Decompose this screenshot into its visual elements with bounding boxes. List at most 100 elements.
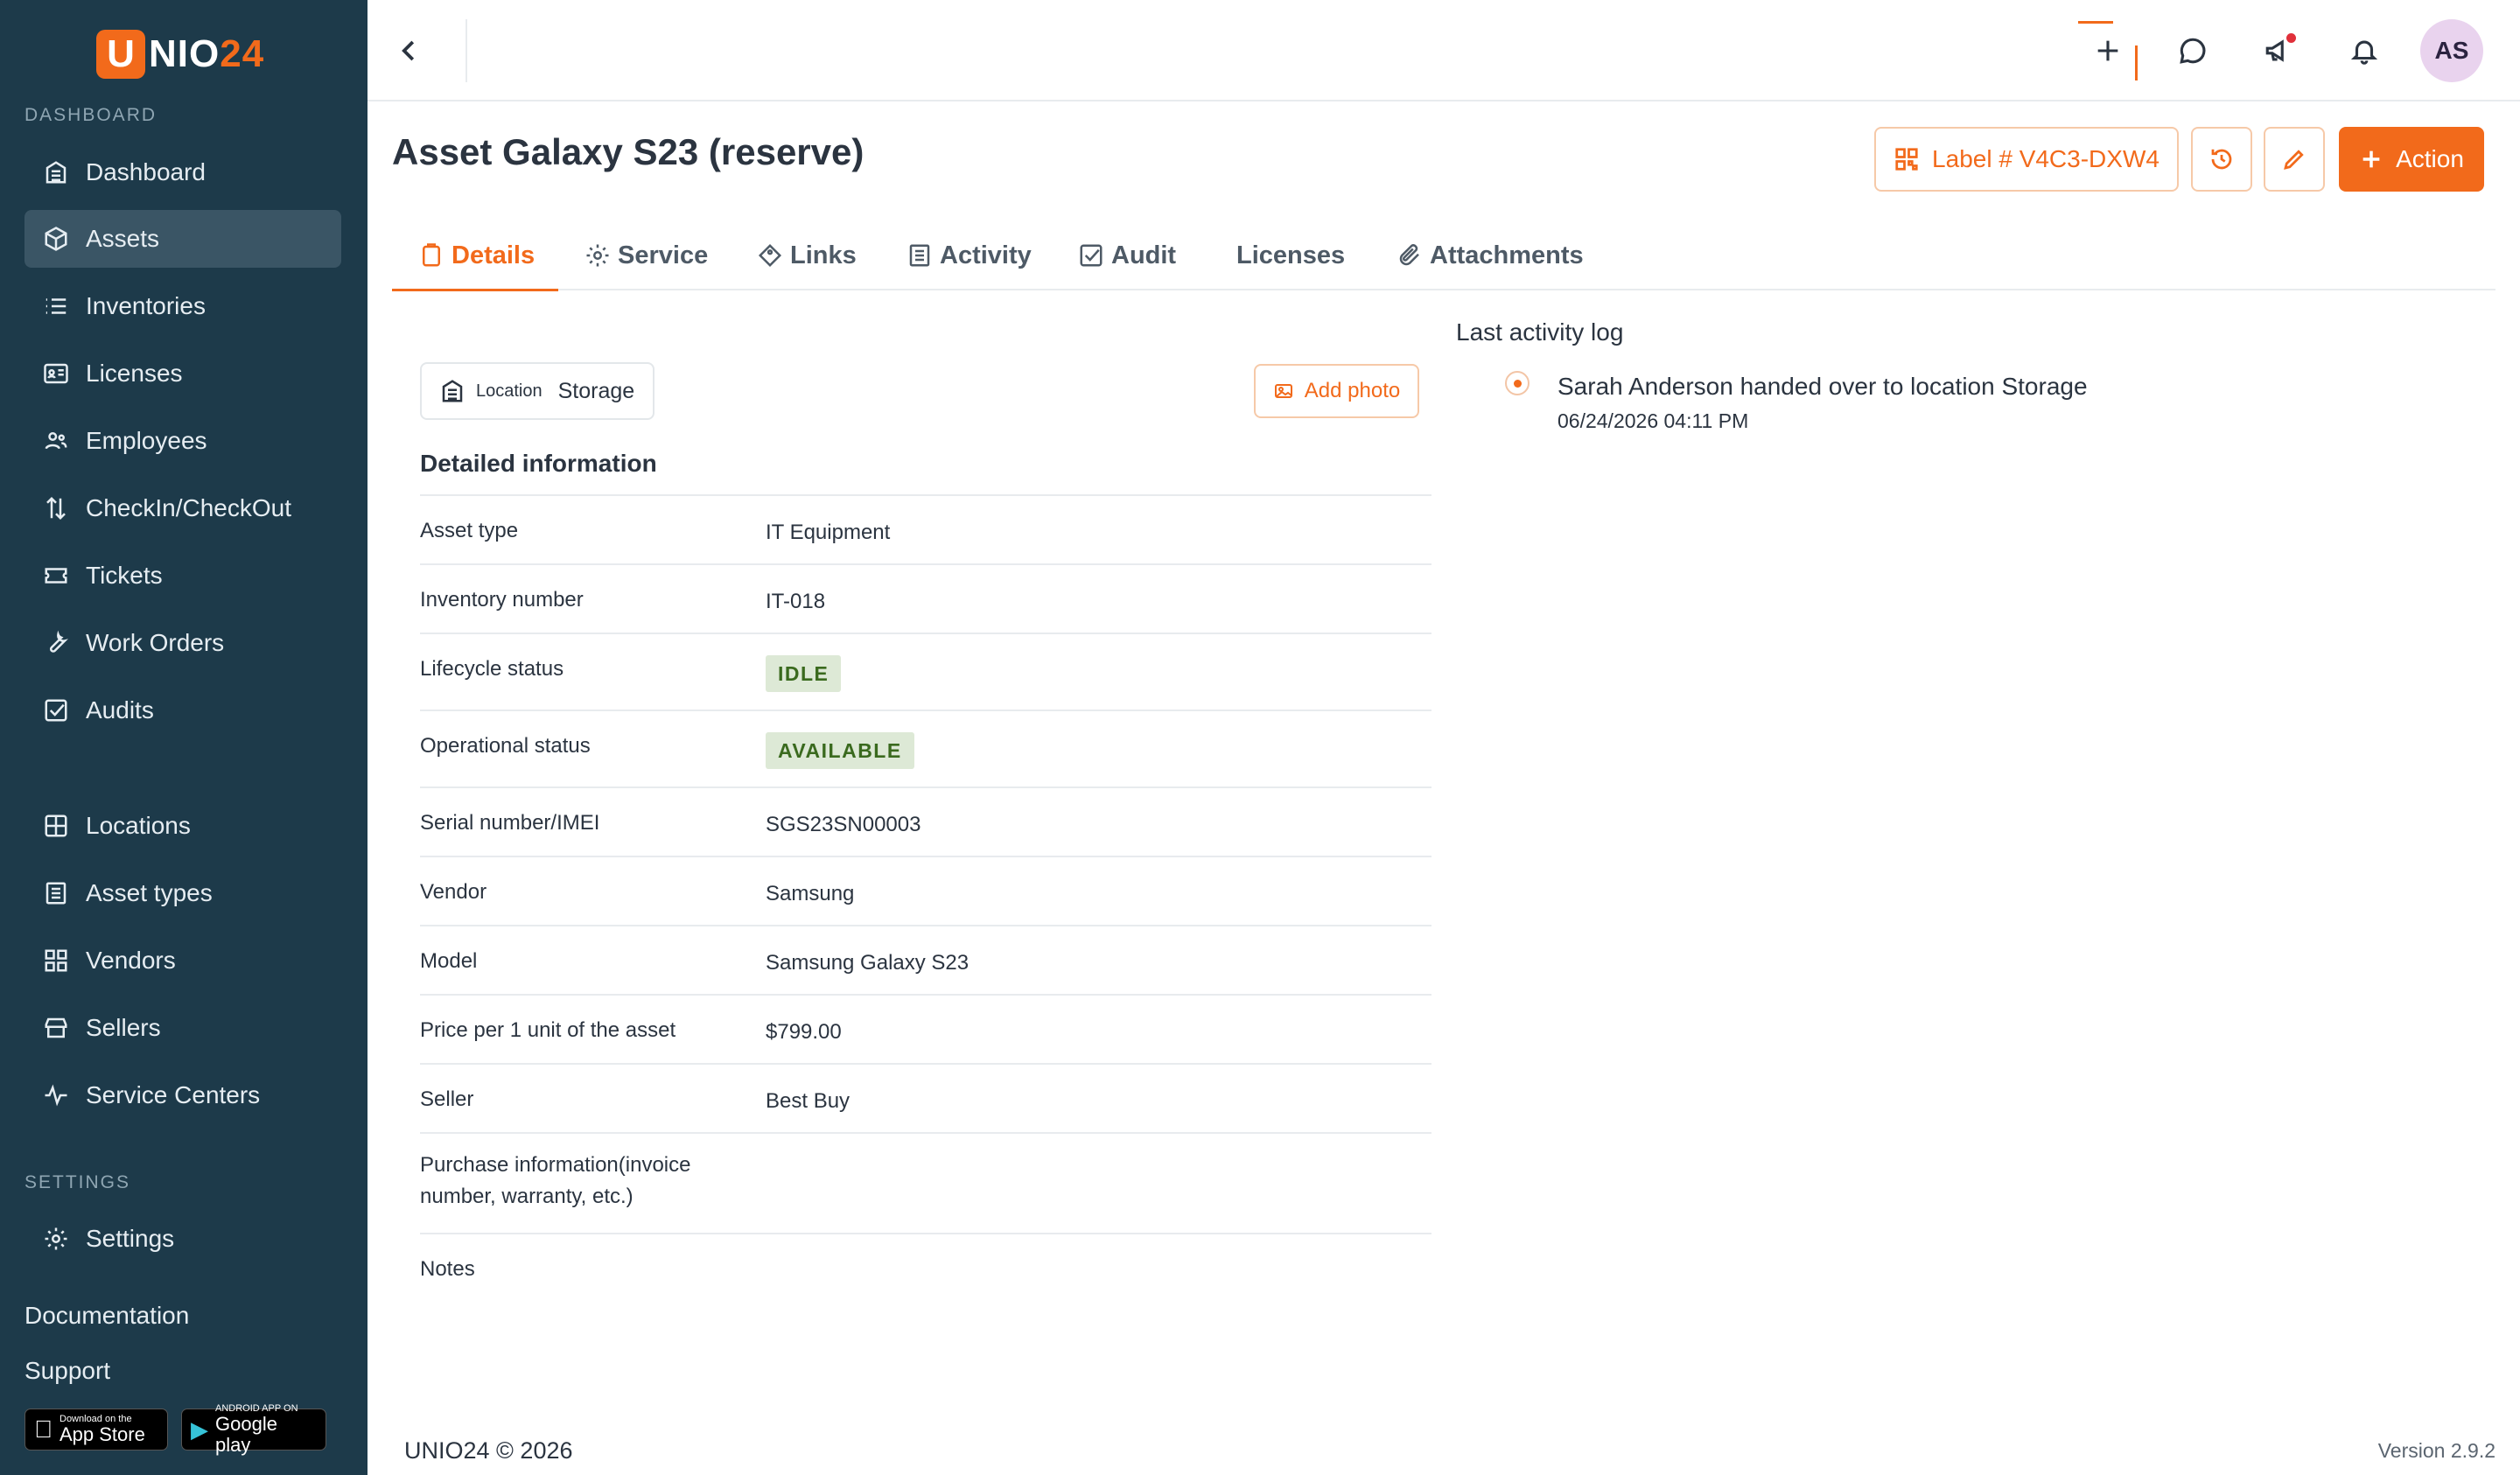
settings-section-label: SETTINGS [24,1172,131,1192]
sidebar-item-label: CheckIn/CheckOut [86,494,291,521]
pencil-icon [2284,150,2304,170]
detail-row-serial-number: Serial number/IMEI SGS23SN00003 [420,786,1432,856]
label-button[interactable]: Label # V4C3-DXW4 [1874,127,2179,192]
tab-service[interactable]: Service [584,220,708,290]
tab-bar: Details Service Links Activity Audit Lic… [392,220,2496,291]
pulse-icon [40,1080,72,1111]
plus-icon [2362,150,2380,168]
history-icon [2211,149,2232,170]
app-store-badge[interactable]:  Download on theApp Store [24,1409,168,1451]
sidebar-item-licenses[interactable]: Licenses [24,345,341,402]
sidebar-item-label: Settings [86,1225,175,1252]
detail-row-operational-status: Operational status AVAILABLE [420,710,1432,787]
user-avatar[interactable]: AS [2420,19,2483,82]
quick-add-button[interactable] [2078,21,2138,80]
tab-audit[interactable]: Audit [1078,220,1176,290]
sidebar-item-label: Vendors [86,947,176,974]
sidebar-item-label: Locations [86,812,191,839]
add-photo-button[interactable]: Add photo [1254,364,1419,418]
gear-icon [40,1223,72,1255]
id-card-icon [40,358,72,389]
clipboard-icon [423,243,440,267]
documentation-link[interactable]: Documentation [24,1302,189,1330]
messages-button[interactable] [2168,26,2217,75]
sidebar-item-tickets[interactable]: Tickets [24,547,341,605]
sidebar-item-label: Employees [86,427,207,454]
notifications-button[interactable] [2340,26,2389,75]
sidebar-item-label: Inventories [86,292,206,319]
gear-icon [586,244,609,267]
divider [466,19,467,82]
box-icon [40,223,72,255]
sidebar-item-label: Tickets [86,562,163,589]
location-chip[interactable]: Location Storage [420,362,654,420]
app-logo[interactable]: U NIO24 [96,30,264,79]
dashboard-section-label: DASHBOARD [24,105,158,125]
sidebar-item-settings[interactable]: Settings [24,1210,341,1268]
page-title: Asset Galaxy S23 (reserve) [392,131,864,172]
chevron-left-icon [402,40,415,61]
sidebar-item-label: Audits [86,696,154,724]
sidebar-item-label: Work Orders [86,629,225,656]
tab-licenses[interactable]: Licenses [1236,220,1345,290]
sidebar-item-employees[interactable]: Employees [24,412,341,470]
activity-log-title: Last activity log [1456,318,1624,346]
footer-copyright: UNIO24 © 2026 [404,1437,573,1464]
sidebar-item-label: Assets [86,225,160,252]
sidebar-item-asset-types[interactable]: Asset types [24,864,341,922]
google-play-badge[interactable]: ▶ ANDROID APP ON Google play [181,1403,326,1456]
checkbox-icon [40,695,72,726]
edit-button[interactable] [2264,127,2325,192]
detail-row-inventory-number: Inventory number IT-018 [420,563,1432,633]
document-icon [40,877,72,909]
detailed-info-heading: Detailed information [420,450,657,477]
detail-row-notes: Notes [420,1233,1432,1303]
action-button[interactable]: Action [2339,127,2484,192]
active-tab-indicator [392,289,558,291]
sidebar: U NIO24 DASHBOARD Dashboard Assets Inven… [0,0,368,1475]
detail-row-price: Price per 1 unit of the asset $799.00 [420,994,1432,1064]
checkbox-icon [1080,244,1102,267]
logo-mark: U [96,30,145,79]
sidebar-item-assets[interactable]: Assets [24,210,341,268]
sidebar-item-service-centers[interactable]: Service Centers [24,1066,341,1124]
sidebar-item-checkin-checkout[interactable]: CheckIn/CheckOut [24,479,341,537]
back-button[interactable] [385,26,434,75]
building-icon [40,157,72,188]
sidebar-item-locations[interactable]: Locations [24,797,341,855]
announcements-button[interactable] [2254,26,2303,75]
action-button-label: Action [2396,145,2464,172]
sidebar-item-vendors[interactable]: Vendors [24,932,341,989]
sidebar-item-inventories[interactable]: Inventories [24,277,341,335]
sidebar-item-label: Sellers [86,1014,161,1041]
list-icon [40,290,72,322]
building-icon [442,380,463,402]
tab-links[interactable]: Links [757,220,857,290]
bell-icon [2350,40,2378,65]
wrench-icon [40,627,72,659]
timeline-dot [1505,371,1530,395]
sidebar-item-sellers[interactable]: Sellers [24,999,341,1057]
users-icon [40,425,72,457]
sidebar-item-label: Licenses [86,360,183,387]
arrows-updown-icon [40,493,72,524]
tab-attachments[interactable]: Attachments [1396,220,1584,290]
label-button-text: Label # V4C3-DXW4 [1932,145,2160,172]
apple-icon:  [34,1416,52,1444]
sidebar-item-label: Dashboard [86,158,206,185]
top-bar: AS [368,0,2520,101]
image-icon [1274,384,1292,398]
history-button[interactable] [2191,127,2252,192]
tab-activity[interactable]: Activity [906,220,1032,290]
notification-dot [2286,33,2296,43]
sidebar-item-work-orders[interactable]: Work Orders [24,614,341,672]
detail-row-seller: Seller Best Buy [420,1063,1432,1133]
operational-status-badge: AVAILABLE [766,732,914,769]
lifecycle-status-badge: IDLE [766,655,842,692]
tab-details[interactable]: Details [418,220,535,290]
location-label: Location [476,381,542,401]
sidebar-item-dashboard[interactable]: Dashboard [24,143,341,201]
support-link[interactable]: Support [24,1357,110,1385]
play-icon: ▶ [191,1416,208,1443]
sidebar-item-audits[interactable]: Audits [24,682,341,739]
